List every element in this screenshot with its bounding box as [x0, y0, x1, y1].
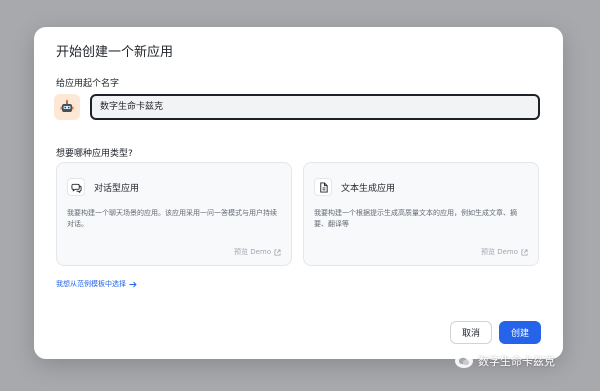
preview-demo-link[interactable]: 预览 Demo [481, 247, 528, 257]
cancel-button[interactable]: 取消 [450, 321, 492, 344]
external-link-icon [274, 248, 281, 256]
app-name-label: 给应用起个名字 [56, 79, 120, 89]
card-title: 文本生成应用 [341, 184, 396, 194]
preview-demo-label: 预览 Demo [480, 248, 518, 256]
chat-bubble-icon [67, 178, 85, 196]
app-avatar[interactable] [54, 94, 80, 120]
card-description: 我要构建一个根据提示生成高质量文本的应用，例如生成文章、摘要、翻译等 [314, 209, 517, 228]
preview-demo-link[interactable]: 预览 Demo [234, 247, 281, 257]
app-type-card-chat[interactable]: 对话型应用 我要构建一个聊天场景的应用。该应用采用一问一答模式与用户持续对话。 … [56, 162, 292, 266]
watermark-text: 数字生命卡兹克 [478, 355, 555, 368]
app-type-card-text-generation[interactable]: 文本生成应用 我要构建一个根据提示生成高质量文本的应用，例如生成文章、摘要、翻译… [303, 162, 539, 266]
create-app-dialog: 开始创建一个新应用 给应用起个名字 数字生命卡兹克 想要哪种应用类型? 对话型应… [34, 27, 563, 359]
create-button[interactable]: 创建 [499, 321, 541, 344]
app-name-input[interactable]: 数字生命卡兹克 [90, 94, 540, 120]
wechat-icon [455, 354, 473, 368]
watermark: 数字生命卡兹克 [455, 353, 555, 369]
choose-template-link[interactable]: 我想从范例模板中选择 [56, 279, 137, 289]
document-icon [314, 178, 332, 196]
dialog-title: 开始创建一个新应用 [56, 45, 174, 60]
choose-template-label: 我想从范例模板中选择 [56, 280, 126, 288]
card-title: 对话型应用 [94, 184, 140, 194]
card-description: 我要构建一个聊天场景的应用。该应用采用一问一答模式与用户持续对话。 [67, 209, 277, 228]
arrow-right-icon [129, 281, 137, 287]
robot-icon [60, 99, 74, 112]
app-type-label: 想要哪种应用类型? [56, 149, 133, 159]
external-link-icon [521, 248, 528, 256]
preview-demo-label: 预览 Demo [233, 248, 271, 256]
